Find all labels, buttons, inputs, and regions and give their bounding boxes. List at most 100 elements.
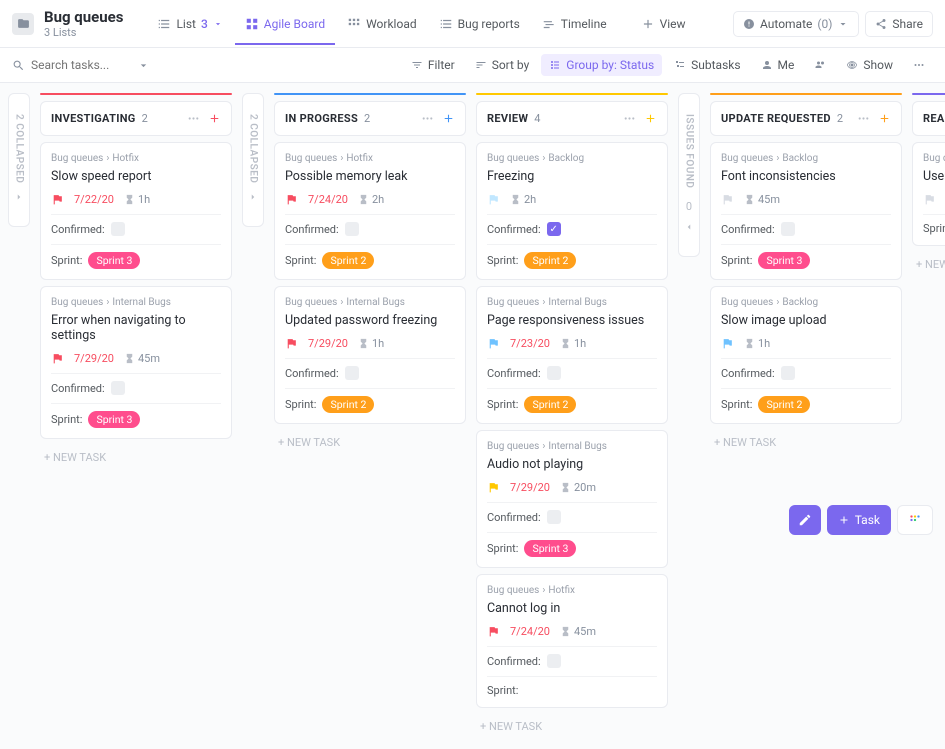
new-task-button[interactable]: + NEW TASK: [912, 252, 945, 277]
chevron-down-icon[interactable]: [137, 59, 150, 72]
more-icon[interactable]: [623, 112, 636, 125]
card-title: Updated password freezing: [285, 313, 455, 328]
title-block: Bug queues 3 Lists: [44, 8, 123, 39]
sprint-pill[interactable]: Sprint 3: [524, 540, 576, 557]
fab-edit-button[interactable]: [789, 505, 821, 535]
task-card[interactable]: Bug queues Usernam 30 Sprint:: [912, 142, 945, 246]
confirmed-checkbox[interactable]: [345, 366, 359, 380]
card-breadcrumb: Bug queues›Internal Bugs: [285, 297, 455, 308]
card-title: Page responsiveness issues: [487, 313, 657, 328]
more-icon[interactable]: [857, 112, 870, 125]
search-box[interactable]: [12, 58, 172, 72]
card-confirmed-row: Confirmed:: [51, 373, 221, 395]
task-card[interactable]: Bug queues›Internal Bugs Error when navi…: [40, 286, 232, 439]
me-button[interactable]: Me: [753, 54, 803, 76]
share-button[interactable]: Share: [865, 11, 933, 37]
confirmed-checkbox[interactable]: [547, 654, 561, 668]
add-card-icon[interactable]: [644, 112, 657, 125]
task-card[interactable]: Bug queues›Internal Bugs Audio not playi…: [476, 430, 668, 568]
collapsed-group[interactable]: 2 COLLAPSED: [8, 93, 30, 227]
sprint-pill[interactable]: Sprint 3: [88, 252, 140, 269]
collapsed-group[interactable]: 2 COLLAPSED: [242, 93, 264, 227]
confirmed-checkbox[interactable]: [547, 366, 561, 380]
new-task-button[interactable]: + NEW TASK: [710, 430, 902, 455]
task-card[interactable]: Bug queues›Hotfix Cannot log in 7/24/20 …: [476, 574, 668, 708]
collapsed-group[interactable]: ISSUES FOUND0: [678, 93, 700, 257]
topbar-right: Automate (0) Share: [733, 11, 933, 37]
confirmed-checkbox[interactable]: [111, 222, 125, 236]
task-card[interactable]: Bug queues›Backlog Freezing 2h Confirmed…: [476, 142, 668, 280]
task-card[interactable]: Bug queues›Internal Bugs Page responsive…: [476, 286, 668, 424]
card-date: 7/24/20: [308, 193, 348, 206]
more-icon[interactable]: [421, 112, 434, 125]
chevron-right-icon[interactable]: [14, 191, 24, 206]
sprint-pill[interactable]: Sprint 3: [758, 252, 810, 269]
fab-task-button[interactable]: Task: [827, 505, 891, 535]
new-task-button[interactable]: + NEW TASK: [476, 714, 668, 739]
assignee-button[interactable]: [806, 55, 834, 75]
confirmed-checkbox[interactable]: [781, 222, 795, 236]
add-card-icon[interactable]: [442, 112, 455, 125]
column-count: 2: [364, 112, 370, 125]
new-task-button[interactable]: + NEW TASK: [274, 430, 466, 455]
search-input[interactable]: [31, 58, 131, 72]
column-count: 4: [534, 112, 540, 125]
sprint-pill[interactable]: Sprint 2: [524, 252, 576, 269]
task-card[interactable]: Bug queues›Backlog Font inconsistencies …: [710, 142, 902, 280]
automate-label: Automate: [760, 17, 812, 31]
column-header: REVIEW 4: [476, 101, 668, 136]
fab-apps-button[interactable]: [897, 505, 933, 535]
confirmed-checkbox[interactable]: [547, 510, 561, 524]
tab-bug-reports[interactable]: Bug reports: [429, 11, 530, 37]
filter-button[interactable]: Filter: [403, 54, 463, 76]
column-header: IN PROGRESS 2: [274, 101, 466, 136]
card-breadcrumb: Bug queues›Hotfix: [285, 153, 455, 164]
task-card[interactable]: Bug queues›Internal Bugs Updated passwor…: [274, 286, 466, 424]
tab-timeline[interactable]: Timeline: [532, 11, 617, 37]
confirmed-checkbox[interactable]: ✓: [547, 222, 561, 236]
add-card-icon[interactable]: [878, 112, 891, 125]
column-title: UPDATE REQUESTED: [721, 112, 831, 125]
show-button[interactable]: Show: [838, 54, 901, 76]
add-view-button[interactable]: View: [631, 11, 696, 37]
group-button[interactable]: Group by: Status: [541, 54, 662, 76]
more-button[interactable]: [905, 55, 933, 75]
confirmed-checkbox[interactable]: [111, 381, 125, 395]
view-tabs: List3Agile BoardWorkloadBug reportsTimel…: [147, 11, 616, 37]
automate-button[interactable]: Automate (0): [733, 11, 859, 37]
column-count: 2: [142, 112, 148, 125]
column-actions: [623, 112, 657, 125]
tab-agile-board[interactable]: Agile Board: [235, 11, 335, 37]
sprint-pill[interactable]: Sprint 2: [524, 396, 576, 413]
topbar: Bug queues 3 Lists List3Agile BoardWorkl…: [0, 0, 945, 48]
sprint-pill[interactable]: Sprint 2: [758, 396, 810, 413]
column-bar: [476, 93, 668, 95]
confirmed-checkbox[interactable]: [345, 222, 359, 236]
card-meta: 1h: [721, 337, 891, 350]
automate-count: (0): [817, 17, 832, 31]
card-confirmed-row: Confirmed:: [487, 358, 657, 380]
sort-button[interactable]: Sort by: [467, 54, 538, 76]
tab-list[interactable]: List3: [147, 11, 232, 37]
card-meta: 7/22/20 1h: [51, 193, 221, 206]
tab-workload[interactable]: Workload: [337, 11, 427, 37]
confirmed-checkbox[interactable]: [781, 366, 795, 380]
task-card[interactable]: Bug queues›Backlog Slow image upload 1h …: [710, 286, 902, 424]
card-breadcrumb: Bug queues›Hotfix: [487, 585, 657, 596]
card-sprint-row: Sprint: Sprint 3: [721, 244, 891, 269]
new-task-button[interactable]: + NEW TASK: [40, 445, 232, 470]
add-card-icon[interactable]: [208, 112, 221, 125]
folder-icon[interactable]: [12, 13, 34, 35]
task-card[interactable]: Bug queues›Hotfix Slow speed report 7/22…: [40, 142, 232, 280]
sprint-pill[interactable]: Sprint 3: [88, 411, 140, 428]
chevron-right-icon[interactable]: [248, 191, 258, 206]
column-update-requested: UPDATE REQUESTED 2 Bug queues›Backlog Fo…: [710, 93, 902, 455]
sprint-pill[interactable]: Sprint 2: [322, 252, 374, 269]
sprint-pill[interactable]: Sprint 2: [322, 396, 374, 413]
chevron-left-icon[interactable]: [684, 221, 694, 236]
card-sprint-row: Sprint: Sprint 2: [285, 388, 455, 413]
task-card[interactable]: Bug queues›Hotfix Possible memory leak 7…: [274, 142, 466, 280]
subtasks-button[interactable]: Subtasks: [666, 54, 748, 76]
more-icon[interactable]: [187, 112, 200, 125]
column-actions: [187, 112, 221, 125]
